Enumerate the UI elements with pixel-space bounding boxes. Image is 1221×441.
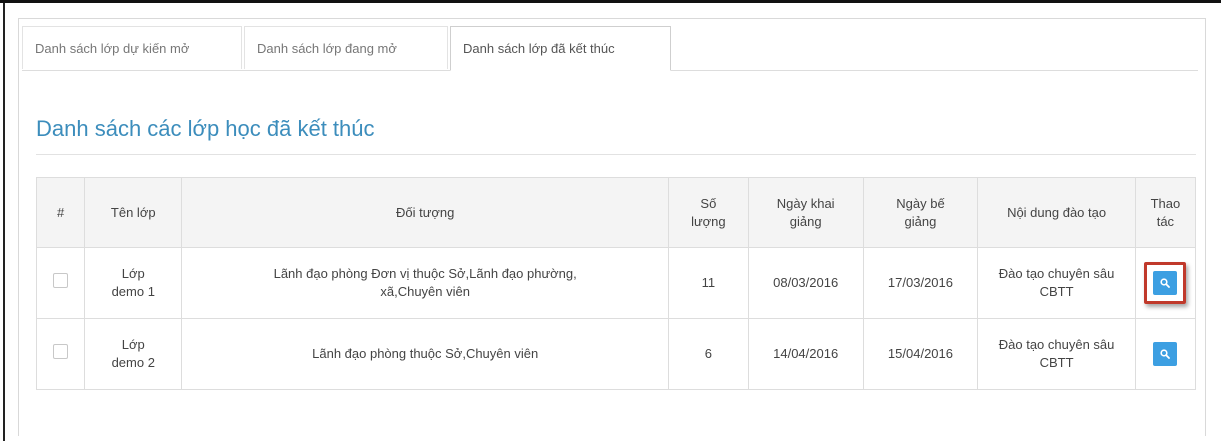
action-cell [1134,247,1197,319]
header-end-date: Ngày bế giảng [862,177,979,248]
search-icon [1160,349,1171,359]
row-checkbox-cell [35,318,86,390]
row-checkbox-cell [35,247,86,319]
end-date-cell: 17/03/2016 [862,247,979,319]
view-button-wrapper [1144,262,1187,304]
left-border [3,3,5,441]
tab-open-classes[interactable]: Danh sách lớp đang mở [244,26,448,69]
content-cell: Đào tạo chuyên sâu CBTT [977,318,1136,390]
count-cell: 6 [667,318,749,390]
header-content: Nội dung đào tạo [977,177,1136,248]
tab-bar: Danh sách lớp dự kiến mở Danh sách lớp đ… [22,26,1198,71]
header-target: Đối tượng [181,177,669,248]
target-cell: Lãnh đạo phòng Đơn vị thuộc Sở,Lãnh đạo … [181,247,669,319]
highlight-box [1144,262,1187,304]
content-cell: Đào tạo chuyên sâu CBTT [977,247,1136,319]
header-start-date: Ngày khai giảng [747,177,864,248]
row-checkbox[interactable] [53,344,69,359]
header-action: Thao tác [1134,177,1197,248]
action-cell [1134,318,1197,390]
title-divider [36,154,1196,155]
start-date-cell: 08/03/2016 [747,247,864,319]
tab-planned-classes[interactable]: Danh sách lớp dự kiến mở [22,26,242,69]
target-cell: Lãnh đạo phòng thuộc Sở,Chuyên viên [181,318,669,390]
table-header-row: # Tên lớp Đối tượng Số lượng Ngày khai giả… [35,177,1197,248]
end-date-cell: 15/04/2016 [862,318,979,390]
view-details-button[interactable] [1153,342,1178,366]
top-border [0,0,1221,3]
count-cell: 11 [667,247,749,319]
table-row: Lớp demo 2 Lãnh đạo phòng thuộc Sở,Chuyên… [35,318,1197,390]
header-count: Số lượng [667,177,749,248]
header-class-name: Tên lớp [84,177,183,248]
class-name-cell: Lớp demo 2 [84,318,183,390]
header-index: # [35,177,86,248]
class-name-cell: Lớp demo 1 [84,247,183,319]
page-title: Danh sách các lớp học đã kết thúc [36,116,375,141]
start-date-cell: 14/04/2016 [747,318,864,390]
table-row: Lớp demo 1 Lãnh đạo phòng Đơn vị thuộc Sở… [35,247,1197,319]
row-checkbox[interactable] [53,273,69,288]
tab-finished-classes[interactable]: Danh sách lớp đã kết thúc [450,26,671,71]
class-table: # Tên lớp Đối tượng Số lượng Ngày khai giả… [35,177,1197,390]
view-button-wrapper [1153,342,1178,366]
